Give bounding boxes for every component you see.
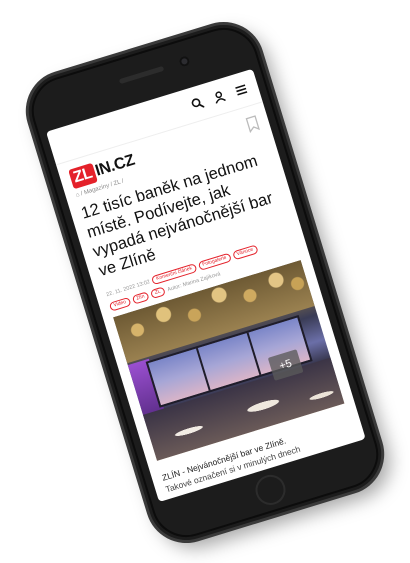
menu-icon[interactable]: [233, 81, 250, 98]
photo-mullion: [195, 347, 211, 391]
tag-zl[interactable]: ZL: [149, 286, 166, 300]
phone-mockup: ZL IN.CZ ⌂ / Magazíny / ZL / 12 tisíc ba…: [19, 15, 391, 550]
phone-screen: ZL IN.CZ ⌂ / Magazíny / ZL / 12 tisíc ba…: [46, 68, 366, 502]
user-icon[interactable]: [211, 88, 228, 105]
scene: ZL IN.CZ ⌂ / Magazíny / ZL / 12 tisíc ba…: [0, 0, 410, 563]
tag-video[interactable]: Video: [108, 296, 132, 312]
bookmark-icon[interactable]: [245, 115, 261, 134]
search-icon[interactable]: [189, 95, 206, 112]
tag-zlin[interactable]: Zlín: [131, 291, 150, 305]
photo-mullion: [246, 332, 262, 376]
